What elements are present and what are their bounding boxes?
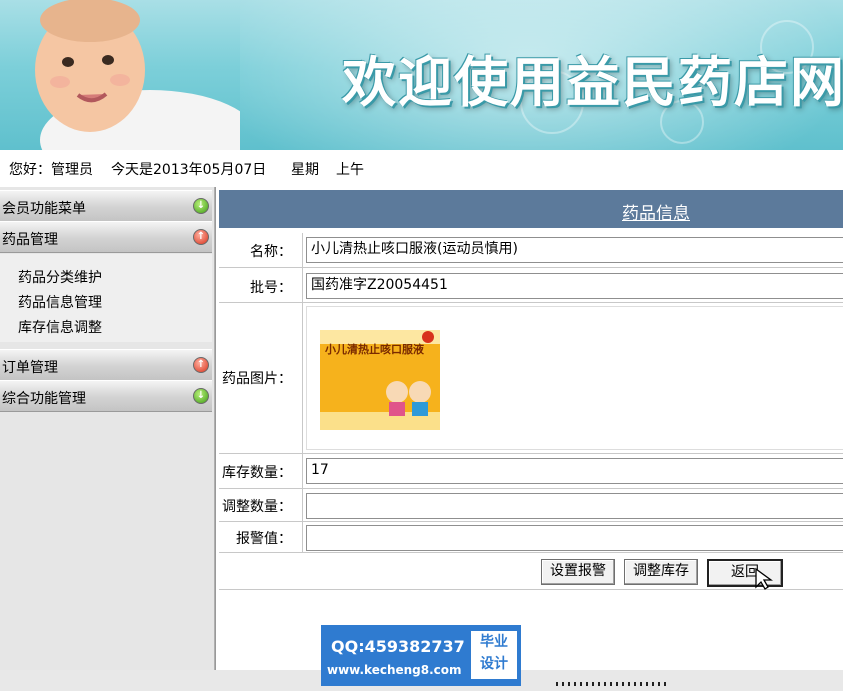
greeting-period: 上午 (336, 162, 364, 178)
watermark: QQ:459382737 www.kecheng8.com 毕业 设计 (321, 625, 521, 686)
row-alarm: 报警值： (219, 522, 843, 553)
row-name: 名称： 小儿清热止咳口服液(运动员慎用) (219, 233, 843, 268)
sidebar: 会员功能菜单 ↓ 药品管理 ↑ 药品分类维护 药品信息管理 库存信息调整 订单管… (0, 187, 215, 670)
submenu-stock-adjust[interactable]: 库存信息调整 (18, 317, 102, 337)
baby-photo (35, 0, 240, 150)
name-field[interactable]: 小儿清热止咳口服液(运动员慎用) (306, 237, 843, 263)
row-batch: 批号： 国药准字Z20054451 (219, 268, 843, 303)
greeting-date: 今天是2013年05月07日 (111, 162, 267, 178)
alarm-value-input[interactable] (306, 525, 843, 551)
set-alarm-button[interactable]: 设置报警 (541, 559, 615, 585)
batch-field[interactable]: 国药准字Z20054451 (306, 273, 843, 299)
row-image: 药品图片： 小儿清热止咳口服液 (219, 303, 843, 454)
drug-submenu: 药品分类维护 药品信息管理 库存信息调整 (0, 254, 212, 342)
row-stock: 库存数量： 17 (219, 454, 843, 489)
menu-drug[interactable]: 药品管理 ↑ (0, 221, 212, 253)
panel-title[interactable]: 药品信息 (622, 199, 690, 224)
cursor-icon (755, 567, 773, 590)
adjust-label: 调整数量： (222, 499, 292, 515)
batch-label: 批号： (250, 280, 292, 296)
watermark-site: www.kecheng8.com (327, 663, 462, 677)
product-image-text: 小儿清热止咳口服液 (325, 343, 424, 356)
watermark-qq: QQ:459382737 (331, 637, 465, 656)
adjust-stock-button[interactable]: 调整库存 (624, 559, 698, 585)
adjust-quantity-input[interactable] (306, 493, 843, 519)
row-adjust: 调整数量： (219, 489, 843, 522)
main-panel: 药品信息 名称： 小儿清热止咳口服液(运动员慎用) 批号： 国药准字Z20054… (215, 187, 843, 670)
menu-member[interactable]: 会员功能菜单 ↓ (0, 190, 212, 222)
watermark-tag-1: 毕业 (480, 634, 508, 650)
image-container: 小儿清热止咳口服液 (306, 306, 843, 450)
menu-order[interactable]: 订单管理 ↑ (0, 349, 212, 381)
submenu-category[interactable]: 药品分类维护 (18, 267, 102, 287)
collapse-icon[interactable]: ↑ (193, 357, 209, 373)
dots-divider (556, 682, 668, 686)
name-label: 名称： (250, 244, 292, 260)
panel-header: 药品信息 (219, 190, 843, 228)
menu-general[interactable]: 综合功能管理 ↓ (0, 380, 212, 412)
banner-title: 欢迎使用益民药店网上 (342, 51, 843, 114)
header-banner: 欢迎使用益民药店网上 (0, 0, 843, 150)
alarm-label: 报警值： (236, 531, 292, 547)
expand-icon[interactable]: ↓ (193, 388, 209, 404)
stock-label: 库存数量： (222, 465, 292, 481)
greeting-bar: 您好：管理员 今天是2013年05月07日 星期 上午 (0, 150, 843, 186)
button-row: 设置报警 调整库存 返回 (219, 553, 843, 590)
watermark-tag: 毕业 设计 (471, 631, 517, 679)
watermark-tag-2: 设计 (480, 656, 508, 672)
menu-general-label: 综合功能管理 (2, 391, 86, 407)
menu-drug-label: 药品管理 (2, 232, 58, 248)
image-label: 药品图片： (222, 371, 292, 387)
greeting-weekday: 星期 (291, 162, 319, 178)
menu-member-label: 会员功能菜单 (2, 201, 86, 217)
expand-icon[interactable]: ↓ (193, 198, 209, 214)
greeting-user: 您好：管理员 (9, 162, 93, 178)
collapse-icon[interactable]: ↑ (193, 229, 209, 245)
menu-order-label: 订单管理 (2, 360, 58, 376)
stock-field[interactable]: 17 (306, 458, 843, 484)
submenu-drug-info[interactable]: 药品信息管理 (18, 292, 102, 312)
